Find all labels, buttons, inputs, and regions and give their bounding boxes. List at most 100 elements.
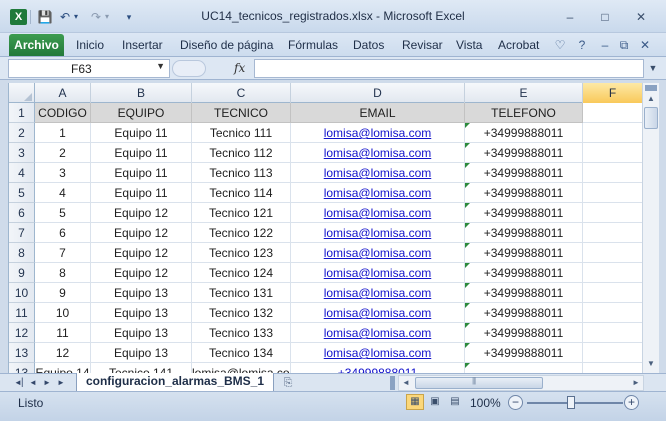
row-header[interactable]: 13 — [9, 363, 35, 373]
cell-e[interactable]: +34999888011 — [465, 283, 583, 303]
tab-acrobat[interactable]: Acrobat — [498, 37, 539, 53]
cell-c[interactable]: Tecnico 132 — [192, 303, 291, 323]
page-layout-view-icon[interactable]: ▣ — [426, 394, 444, 410]
cell-e[interactable]: +34999888011 — [465, 183, 583, 203]
zoom-level[interactable]: 100% — [470, 396, 501, 410]
cell-e[interactable]: +34999888011 — [465, 223, 583, 243]
tab-revisar[interactable]: Revisar — [402, 37, 443, 53]
cell-b[interactable]: Equipo 11 — [91, 143, 192, 163]
worksheet-grid[interactable]: ABCDEF 1 CODIGO EQUIPO TECNICO EMAIL TELEFONO… — [8, 83, 642, 373]
cell-e[interactable]: +34999888011 — [465, 123, 583, 143]
cell-e[interactable]: +34999888011 — [465, 263, 583, 283]
row-header[interactable]: 8 — [9, 243, 35, 263]
column-header-e[interactable]: E — [465, 83, 583, 103]
sheet-tab-configuracion-alarmas[interactable]: configuracion_alarmas_BMS_1 — [76, 373, 274, 392]
zoom-slider-thumb[interactable] — [567, 396, 575, 409]
horizontal-scroll-thumb[interactable] — [415, 376, 543, 389]
chevron-down-icon[interactable]: ▼ — [156, 61, 165, 71]
cell-c[interactable]: Tecnico 113 — [192, 163, 291, 183]
cell-b[interactable]: Equipo 12 — [91, 223, 192, 243]
cell-b[interactable]: Equipo 11 — [91, 163, 192, 183]
header-cell-c[interactable]: TECNICO — [192, 103, 291, 123]
cell-a[interactable]: 5 — [35, 203, 91, 223]
email-link-cell[interactable]: lomisa@lomisa.com — [291, 183, 465, 203]
header-cell-d[interactable]: EMAIL — [291, 103, 465, 123]
column-header-a[interactable]: A — [35, 83, 91, 103]
cell-f[interactable] — [583, 223, 642, 243]
row-header[interactable]: 11 — [9, 303, 35, 323]
row-header[interactable]: 12 — [9, 323, 35, 343]
normal-view-icon[interactable]: ▦ — [406, 394, 424, 410]
cell-a[interactable]: 2 — [35, 143, 91, 163]
column-header-f[interactable]: F — [583, 83, 642, 103]
cell-b[interactable]: Equipo 12 — [91, 263, 192, 283]
cell-f[interactable] — [583, 363, 642, 373]
email-link-cell[interactable]: lomisa@lomisa.com — [291, 163, 465, 183]
page-break-view-icon[interactable]: ▤ — [446, 394, 464, 410]
next-sheet-icon[interactable]: ► — [42, 376, 52, 390]
tab-inicio[interactable]: Inicio — [76, 37, 104, 53]
close-icon[interactable]: ✕ — [631, 9, 651, 25]
cell-b[interactable]: Equipo 12 — [91, 243, 192, 263]
cell-e[interactable]: +34999888011 — [465, 243, 583, 263]
cell-a[interactable]: 3 — [35, 163, 91, 183]
header-cell-e[interactable]: TELEFONO — [465, 103, 583, 123]
cell-b[interactable]: Equipo 12 — [91, 203, 192, 223]
cell-c[interactable]: Tecnico 114 — [192, 183, 291, 203]
row-header[interactable]: 1 — [9, 103, 35, 123]
cell-e[interactable]: +34999888011 — [465, 203, 583, 223]
expand-formula-bar-icon[interactable]: ▼ — [646, 60, 660, 77]
row-header[interactable]: 9 — [9, 263, 35, 283]
email-link-cell[interactable]: lomisa@lomisa.com — [291, 343, 465, 363]
insert-sheet-icon[interactable]: ⎘ — [280, 376, 296, 390]
vertical-scroll-thumb[interactable] — [644, 107, 658, 129]
row-header[interactable]: 7 — [9, 223, 35, 243]
cell-b[interactable]: Equipo 13 — [91, 343, 192, 363]
tab-insertar[interactable]: Insertar — [122, 37, 163, 53]
vertical-scrollbar[interactable]: ▲ ▼ — [642, 83, 659, 373]
formula-input[interactable] — [254, 59, 644, 78]
cell-c[interactable]: Tecnico 131 — [192, 283, 291, 303]
cell-e[interactable]: +34999888011 — [465, 163, 583, 183]
cell-b[interactable]: Equipo 13 — [91, 323, 192, 343]
first-sheet-icon[interactable]: ◄▏ — [14, 376, 28, 390]
zoom-out-icon[interactable]: − — [508, 395, 523, 410]
workbook-minimize-icon[interactable]: – — [598, 37, 612, 53]
cell-a[interactable]: 6 — [35, 223, 91, 243]
cell-f[interactable] — [583, 103, 642, 123]
column-header-b[interactable]: B — [91, 83, 192, 103]
cell-b[interactable]: Equipo 11 — [91, 183, 192, 203]
tab-archivo[interactable]: Archivo — [9, 34, 64, 56]
tab-formulas[interactable]: Fórmulas — [288, 37, 338, 53]
cell-f[interactable] — [583, 343, 642, 363]
row-header[interactable]: 13 — [9, 343, 35, 363]
cell-c[interactable]: lomisa@lomisa.com — [192, 363, 291, 373]
tab-datos[interactable]: Datos — [353, 37, 384, 53]
cell-c[interactable]: Tecnico 121 — [192, 203, 291, 223]
cell-f[interactable] — [583, 283, 642, 303]
row-header[interactable]: 5 — [9, 183, 35, 203]
horizontal-split-handle[interactable] — [390, 376, 395, 390]
cell-a[interactable]: 1 — [35, 123, 91, 143]
cell-f[interactable] — [583, 323, 642, 343]
zoom-in-icon[interactable]: + — [624, 395, 639, 410]
prev-sheet-icon[interactable]: ◄ — [28, 376, 38, 390]
header-cell-b[interactable]: EQUIPO — [91, 103, 192, 123]
cell-e[interactable] — [465, 363, 583, 373]
cell-a[interactable]: 4 — [35, 183, 91, 203]
email-link-cell[interactable]: lomisa@lomisa.com — [291, 223, 465, 243]
cell-a[interactable]: 9 — [35, 283, 91, 303]
scroll-left-icon[interactable]: ◄ — [399, 376, 413, 390]
email-link-cell[interactable]: lomisa@lomisa.com — [291, 203, 465, 223]
row-header[interactable]: 4 — [9, 163, 35, 183]
scroll-up-icon[interactable]: ▲ — [644, 92, 658, 106]
vertical-split-handle[interactable] — [645, 85, 657, 91]
cell-a[interactable]: 12 — [35, 343, 91, 363]
cell-a[interactable]: 8 — [35, 263, 91, 283]
cell-a[interactable]: 7 — [35, 243, 91, 263]
cell-e[interactable]: +34999888011 — [465, 323, 583, 343]
cell-f[interactable] — [583, 123, 642, 143]
name-box[interactable]: F63 ▼ — [8, 59, 170, 78]
column-header-d[interactable]: D — [291, 83, 465, 103]
cell-e[interactable]: +34999888011 — [465, 343, 583, 363]
